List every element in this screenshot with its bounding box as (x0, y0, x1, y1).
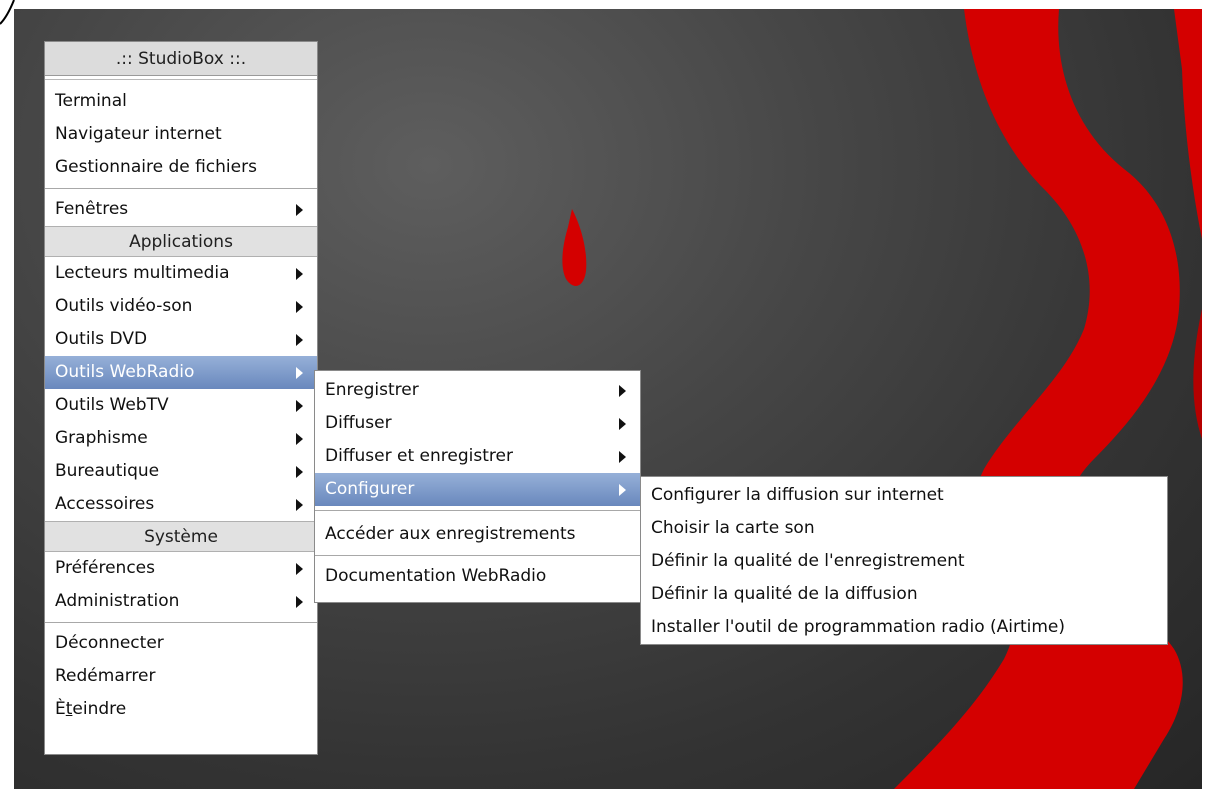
menu-item-gestionnaire-fichiers[interactable]: Gestionnaire de fichiers (45, 151, 317, 184)
menu-item-outils-webradio[interactable]: Outils WebRadio (45, 356, 317, 389)
submenu-item-enregistrer[interactable]: Enregistrer (315, 374, 640, 407)
menu-item-navigateur[interactable]: Navigateur internet (45, 118, 317, 151)
header-applications: Applications (45, 226, 317, 257)
menu-separator (45, 618, 317, 627)
menu-item-outils-video-son[interactable]: Outils vidéo-son (45, 290, 317, 323)
config-item-qualite-diffusion[interactable]: Définir la qualité de la diffusion (641, 578, 1167, 611)
menu-item-terminal[interactable]: Terminal (45, 85, 317, 118)
wallpaper-red-strip-lower (1193, 309, 1202, 439)
menu-item-eteindre[interactable]: Èteindre (45, 693, 317, 726)
header-systeme: Système (45, 521, 317, 552)
menu-item-preferences[interactable]: Préférences (45, 552, 317, 585)
submenu-item-configurer[interactable]: Configurer (315, 473, 640, 506)
menu-item-redemarrer[interactable]: Redémarrer (45, 660, 317, 693)
menu-item-outils-webtv[interactable]: Outils WebTV (45, 389, 317, 422)
webradio-submenu: Enregistrer Diffuser Diffuser et enregis… (314, 370, 641, 603)
wallpaper-red-splash (894, 9, 1183, 789)
menu-item-accessoires[interactable]: Accessoires (45, 488, 317, 521)
config-item-installer-airtime[interactable]: Installer l'outil de programmation radio… (641, 611, 1167, 644)
submenu-item-diffuser[interactable]: Diffuser (315, 407, 640, 440)
menu-title: .:: StudioBox ::. (45, 42, 317, 76)
menu-separator (45, 184, 317, 193)
config-item-qualite-enregistrement[interactable]: Définir la qualité de l'enregistrement (641, 545, 1167, 578)
menu-item-outils-dvd[interactable]: Outils DVD (45, 323, 317, 356)
submenu-item-documentation-webradio[interactable]: Documentation WebRadio (315, 563, 640, 596)
submenu-separator (315, 506, 640, 518)
config-item-diffusion-internet[interactable]: Configurer la diffusion sur internet (641, 479, 1167, 512)
corner-mark (0, 0, 15, 25)
menu-item-deconnecter[interactable]: Déconnecter (45, 627, 317, 660)
eteindre-rest: eindre (72, 699, 127, 719)
eteindre-first-letter: È (55, 699, 66, 719)
config-item-carte-son[interactable]: Choisir la carte son (641, 512, 1167, 545)
submenu-item-diffuser-enregistrer[interactable]: Diffuser et enregistrer (315, 440, 640, 473)
menu-item-bureautique[interactable]: Bureautique (45, 455, 317, 488)
menu-item-lecteurs-multimedia[interactable]: Lecteurs multimedia (45, 257, 317, 290)
submenu-separator (315, 551, 640, 563)
menu-item-graphisme[interactable]: Graphisme (45, 422, 317, 455)
menu-item-administration[interactable]: Administration (45, 585, 317, 618)
configurer-submenu: Configurer la diffusion sur internet Cho… (640, 476, 1168, 645)
studiobox-menu: .:: StudioBox ::. Terminal Navigateur in… (44, 41, 318, 755)
submenu-item-acceder-enregistrements[interactable]: Accéder aux enregistrements (315, 518, 640, 551)
wallpaper-red-strip (1174, 9, 1202, 239)
menu-item-fenetres[interactable]: Fenêtres (45, 193, 317, 226)
wallpaper-red-drop (562, 209, 587, 286)
